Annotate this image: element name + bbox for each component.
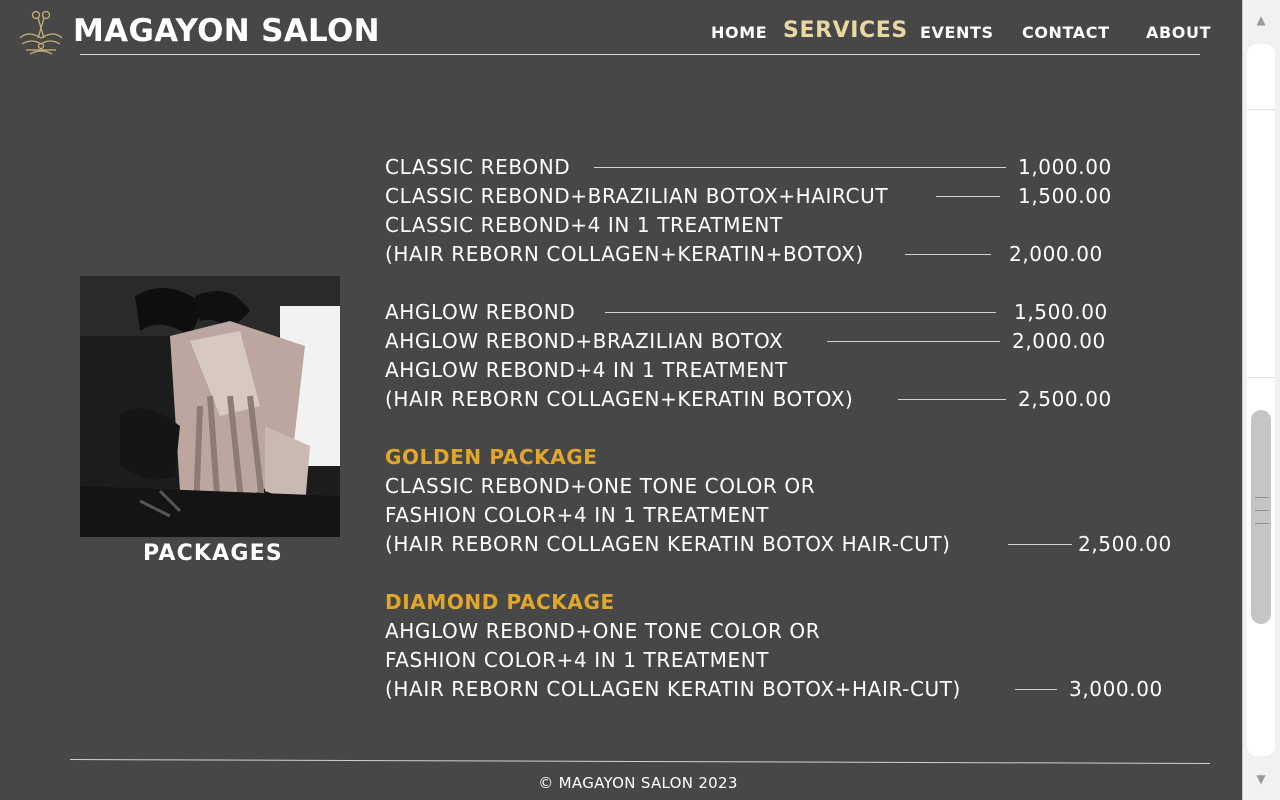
footer-divider — [70, 759, 1210, 764]
nav-services[interactable]: SERVICES — [783, 18, 908, 43]
price-leader — [827, 341, 1000, 342]
golden-package-heading: GOLDEN PACKAGE — [385, 445, 598, 469]
price-leader — [898, 399, 1006, 400]
item-ahglow-4in1-detail: (HAIR REBORN COLLAGEN+KERATIN BOTOX) — [385, 387, 854, 411]
price-classic-rebond: 1,000.00 — [1018, 155, 1112, 179]
scissors-crest-icon[interactable] — [16, 8, 66, 56]
item-ahglow-4in1: AHGLOW REBOND+4 IN 1 TREATMENT — [385, 358, 788, 382]
nav-about[interactable]: ABOUT — [1146, 23, 1211, 42]
price-classic-brazilian: 1,500.00 — [1018, 184, 1112, 208]
diamond-package-heading: DIAMOND PACKAGE — [385, 590, 615, 614]
packages-caption: PACKAGES — [143, 541, 283, 566]
price-leader — [936, 196, 1000, 197]
price-golden-package: 2,500.00 — [1078, 532, 1172, 556]
price-classic-4in1: 2,000.00 — [1009, 242, 1103, 266]
nav-contact[interactable]: CONTACT — [1022, 23, 1110, 42]
grip-line — [1255, 523, 1269, 524]
scroll-down-arrow-icon[interactable]: ▼ — [1253, 772, 1269, 786]
scrollbar-thumb[interactable] — [1251, 410, 1271, 624]
item-ahglow-rebond: AHGLOW REBOND — [385, 300, 576, 324]
grip-line — [1255, 510, 1269, 511]
price-leader — [594, 167, 1006, 168]
diamond-package-detail: (HAIR REBORN COLLAGEN KERATIN BOTOX+HAIR… — [385, 677, 961, 701]
nav-events[interactable]: EVENTS — [920, 23, 994, 42]
price-leader — [1008, 544, 1072, 545]
item-classic-rebond: CLASSIC REBOND — [385, 155, 571, 179]
brand-name[interactable]: MAGAYON SALON — [73, 13, 380, 49]
scrollbar-separator — [1247, 377, 1275, 378]
scroll-up-arrow-icon[interactable]: ▲ — [1253, 13, 1269, 27]
price-leader — [1015, 689, 1057, 690]
diamond-package-line: AHGLOW REBOND+ONE TONE COLOR OR — [385, 619, 821, 643]
hair-coloring-foil-photo — [80, 276, 340, 537]
price-ahglow-4in1: 2,500.00 — [1018, 387, 1112, 411]
nav-home[interactable]: HOME — [711, 23, 767, 42]
price-ahglow-brazilian: 2,000.00 — [1012, 329, 1106, 353]
golden-package-line: CLASSIC REBOND+ONE TONE COLOR OR — [385, 474, 816, 498]
footer-copyright: © MAGAYON SALON 2023 — [538, 774, 738, 792]
price-diamond-package: 3,000.00 — [1069, 677, 1163, 701]
scrollbar-separator — [1247, 109, 1275, 110]
price-ahglow-rebond: 1,500.00 — [1014, 300, 1108, 324]
item-classic-brazilian: CLASSIC REBOND+BRAZILIAN BOTOX+HAIRCUT — [385, 184, 889, 208]
price-leader — [605, 312, 996, 313]
item-classic-4in1-detail: (HAIR REBORN COLLAGEN+KERATIN+BOTOX) — [385, 242, 864, 266]
golden-package-line: FASHION COLOR+4 IN 1 TREATMENT — [385, 503, 770, 527]
item-ahglow-brazilian: AHGLOW REBOND+BRAZILIAN BOTOX — [385, 329, 784, 353]
item-classic-4in1: CLASSIC REBOND+4 IN 1 TREATMENT — [385, 213, 783, 237]
grip-line — [1255, 497, 1269, 498]
golden-package-detail: (HAIR REBORN COLLAGEN KERATIN BOTOX HAIR… — [385, 532, 951, 556]
price-leader — [905, 254, 991, 255]
diamond-package-line: FASHION COLOR+4 IN 1 TREATMENT — [385, 648, 770, 672]
scrollbar-pane — [1247, 44, 1275, 756]
header-divider — [80, 54, 1200, 55]
